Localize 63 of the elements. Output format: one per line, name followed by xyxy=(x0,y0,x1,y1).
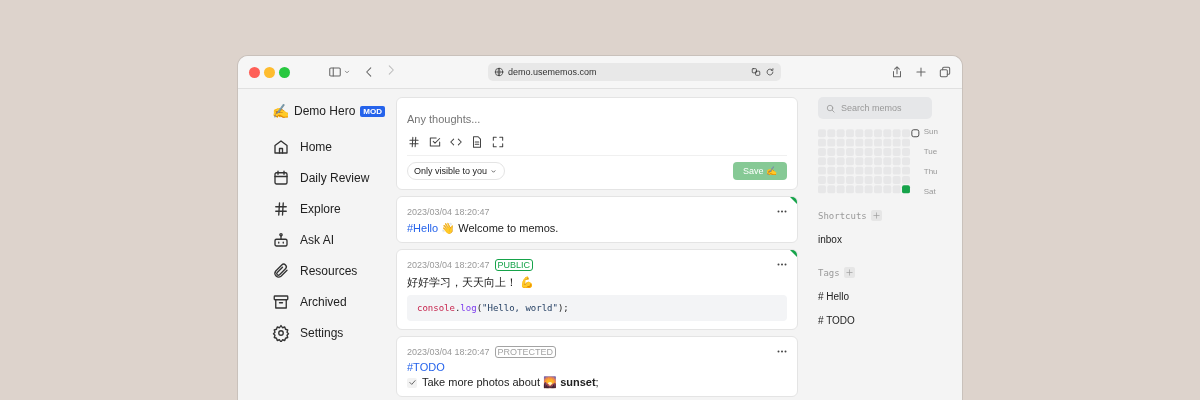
close-button[interactable] xyxy=(249,66,260,78)
user-name: Demo Hero xyxy=(294,104,356,118)
plus-icon xyxy=(871,211,881,220)
weekday-label: Sun xyxy=(923,127,938,135)
section-title: Tags xyxy=(818,267,840,278)
memo-tag[interactable]: #TODO xyxy=(407,361,787,373)
memo-input-field[interactable]: Any thoughts... xyxy=(407,111,787,127)
section-title: Shortcuts xyxy=(818,210,867,221)
weekday-label: Tue xyxy=(923,147,938,155)
nav-item[interactable]: Daily Review xyxy=(272,162,396,193)
nav-item[interactable]: Ask AI xyxy=(272,224,396,255)
memo-text: #Hello 👋 Welcome to memos. xyxy=(407,222,560,235)
nav-item[interactable]: Explore xyxy=(272,193,396,224)
hash-icon xyxy=(272,199,290,218)
add-shortcut-button[interactable] xyxy=(870,210,882,221)
add-tag-button[interactable] xyxy=(843,267,855,278)
globe-icon xyxy=(494,67,504,77)
memo-timestamp: 2023/03/04 18:20:47 xyxy=(407,346,490,357)
sidebar-toggle-icon xyxy=(328,65,342,79)
visibility-badge: PUBLIC xyxy=(494,258,534,271)
checkbox-icon xyxy=(428,135,442,149)
translate-icon xyxy=(751,67,761,77)
minimize-button[interactable] xyxy=(264,66,275,78)
new-tab-icon xyxy=(914,65,928,79)
nav-item[interactable]: Home xyxy=(272,131,396,162)
more-options-icon[interactable] xyxy=(777,263,787,266)
search-icon xyxy=(825,102,836,114)
role-badge: MOD xyxy=(360,105,386,117)
user-avatar-emoji: ✍ xyxy=(272,103,289,119)
hash-icon xyxy=(407,135,421,149)
fullscreen-icon xyxy=(491,135,505,149)
task-text: Take more photos about 🌄 sunset; xyxy=(422,376,599,389)
tabs-overview-icon xyxy=(938,65,952,79)
settings-icon xyxy=(272,323,290,342)
code-icon xyxy=(449,135,463,149)
address-bar[interactable]: demo.usememos.com xyxy=(488,63,781,81)
memo-timestamp: 2023/03/04 18:20:47 xyxy=(407,206,490,217)
tag-item[interactable]: # Hello xyxy=(818,291,938,302)
archive-icon xyxy=(272,292,290,311)
share-icon xyxy=(890,65,904,79)
plus-icon xyxy=(844,268,854,277)
reload-icon xyxy=(765,67,775,77)
task-checkbox[interactable] xyxy=(407,377,417,388)
document-icon xyxy=(470,135,484,149)
paperclip-icon xyxy=(272,261,290,280)
check-icon xyxy=(407,378,417,387)
nav-item[interactable]: Archived xyxy=(272,286,396,317)
memo-timestamp: 2023/03/04 18:20:47 xyxy=(407,259,490,270)
tag-item[interactable]: # TODO xyxy=(818,315,938,326)
memo-text: 好好学习，天天向上！ 💪 xyxy=(407,275,536,290)
calendar-icon xyxy=(272,168,290,187)
nav-item[interactable]: Settings xyxy=(272,317,396,348)
visibility-dropdown[interactable]: Only visible to you xyxy=(407,162,506,180)
weekday-label: Thu xyxy=(923,167,938,175)
nav-item[interactable]: Resources xyxy=(272,255,396,286)
weekday-label: Sat xyxy=(923,187,937,195)
shortcut-item[interactable]: inbox xyxy=(818,234,938,245)
more-options-icon[interactable] xyxy=(777,210,787,213)
more-options-icon[interactable] xyxy=(777,350,787,353)
code-block: console.log("Hello, world"); xyxy=(407,295,787,321)
visibility-badge: PROTECTED xyxy=(494,345,557,358)
maximize-button[interactable] xyxy=(279,66,290,78)
robot-icon xyxy=(272,230,290,249)
